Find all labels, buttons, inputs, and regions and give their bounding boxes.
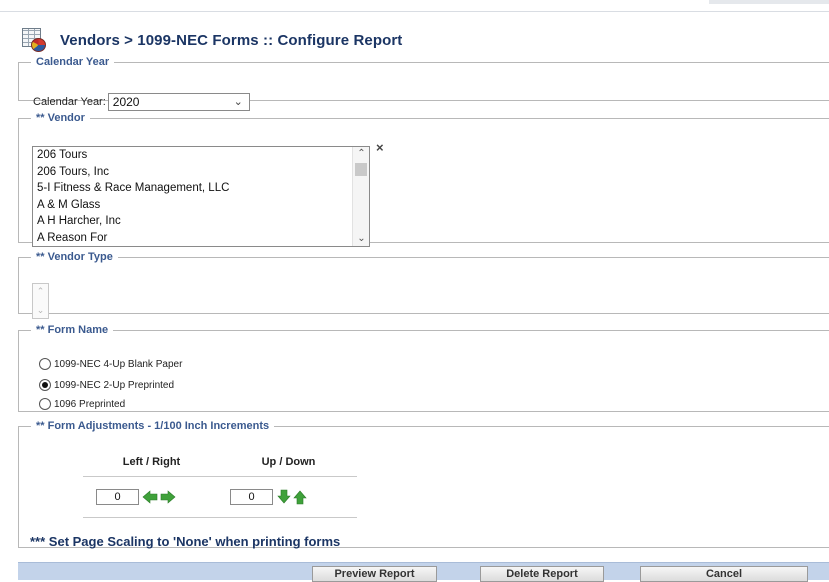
clear-selection-icon[interactable]: ×: [376, 140, 384, 155]
form-option-1096[interactable]: 1096 Preprinted: [39, 398, 125, 410]
left-right-input[interactable]: 0: [96, 489, 139, 505]
top-border: [0, 0, 829, 12]
scroll-down-icon[interactable]: ⌄: [353, 232, 369, 246]
form-option-4up[interactable]: 1099-NEC 4-Up Blank Paper: [39, 358, 182, 370]
vendor-option[interactable]: A H Harcher, Inc: [33, 213, 369, 230]
left-right-arrows-icon[interactable]: [142, 490, 176, 504]
form-option-label: 1099-NEC 2-Up Preprinted: [54, 379, 175, 391]
calendar-year-row: Calendar Year: 2020 ⌄: [33, 93, 250, 111]
vendor-legend: ** Vendor: [36, 112, 85, 124]
form-option-label: 1096 Preprinted: [54, 398, 126, 410]
chevron-down-icon: ⌄: [233, 96, 243, 108]
form-adjustments-legend: ** Form Adjustments - 1/100 Inch Increme…: [36, 420, 270, 432]
vendor-option[interactable]: A & M Glass: [33, 197, 369, 214]
radio-button[interactable]: [39, 398, 51, 410]
vendor-option[interactable]: 206 Tours: [33, 147, 369, 164]
form-adjustments-section: ** Form Adjustments - 1/100 Inch Increme…: [18, 420, 829, 549]
calendar-year-value: 2020: [112, 95, 140, 109]
vendor-section: ** Vendor 206 Tours 206 Tours, Inc 5-I F…: [18, 112, 829, 247]
adjustments-header: Left / Right Up / Down: [83, 447, 357, 477]
up-down-cell: 0: [220, 489, 357, 505]
page-header: Vendors > 1099-NEC Forms :: Configure Re…: [22, 27, 402, 53]
vendor-option[interactable]: A Reason For: [33, 230, 369, 247]
up-down-arrows-icon[interactable]: [276, 489, 308, 505]
vendor-type-legend: ** Vendor Type: [36, 251, 113, 263]
form-name-legend: ** Form Name: [36, 324, 109, 336]
adjustments-row: 0 0: [83, 477, 357, 518]
vendor-type-section: ** Vendor Type ⌃ ⌄: [18, 251, 829, 319]
vendor-listbox[interactable]: 206 Tours 206 Tours, Inc 5-I Fitness & R…: [32, 146, 370, 247]
scroll-thumb[interactable]: [355, 163, 367, 176]
calendar-year-section: Calendar Year Calendar Year: 2020 ⌄: [18, 56, 829, 111]
page-title: Vendors > 1099-NEC Forms :: Configure Re…: [60, 31, 403, 49]
footer-bar: Preview Report Delete Report Cancel: [18, 562, 829, 582]
vendor-type-listbox[interactable]: ⌃ ⌄: [32, 283, 49, 319]
form-option-2up[interactable]: 1099-NEC 2-Up Preprinted: [39, 379, 174, 391]
up-down-input[interactable]: 0: [230, 489, 273, 505]
radio-button-selected[interactable]: [39, 379, 51, 391]
calendar-year-select[interactable]: 2020 ⌄: [107, 93, 250, 111]
form-name-section: ** Form Name 1099-NEC 4-Up Blank Paper 1…: [18, 324, 829, 412]
vendor-option[interactable]: 206 Tours, Inc: [33, 164, 369, 181]
vendor-scrollbar[interactable]: ⌃ ⌄: [352, 147, 369, 246]
top-edge: [709, 0, 829, 4]
scroll-down-icon: ⌄: [36, 305, 45, 315]
form-option-label: 1099-NEC 4-Up Blank Paper: [54, 358, 183, 370]
calendar-year-legend: Calendar Year: [36, 56, 110, 68]
left-right-header: Left / Right: [122, 455, 181, 468]
calendar-year-label: Calendar Year:: [33, 96, 106, 108]
vendor-option[interactable]: 5-I Fitness & Race Management, LLC: [33, 180, 369, 197]
radio-button[interactable]: [39, 358, 51, 370]
scroll-up-icon: ⌃: [36, 286, 45, 296]
left-right-cell: 0: [83, 489, 220, 505]
report-pie: [31, 38, 46, 52]
adjustments-table: Left / Right Up / Down 0 0: [83, 447, 357, 518]
up-down-header: Up / Down: [261, 455, 316, 468]
report-chart-icon: [22, 28, 48, 52]
scroll-up-icon[interactable]: ⌃: [353, 147, 369, 161]
page-scaling-note: *** Set Page Scaling to 'None' when prin…: [30, 534, 341, 549]
